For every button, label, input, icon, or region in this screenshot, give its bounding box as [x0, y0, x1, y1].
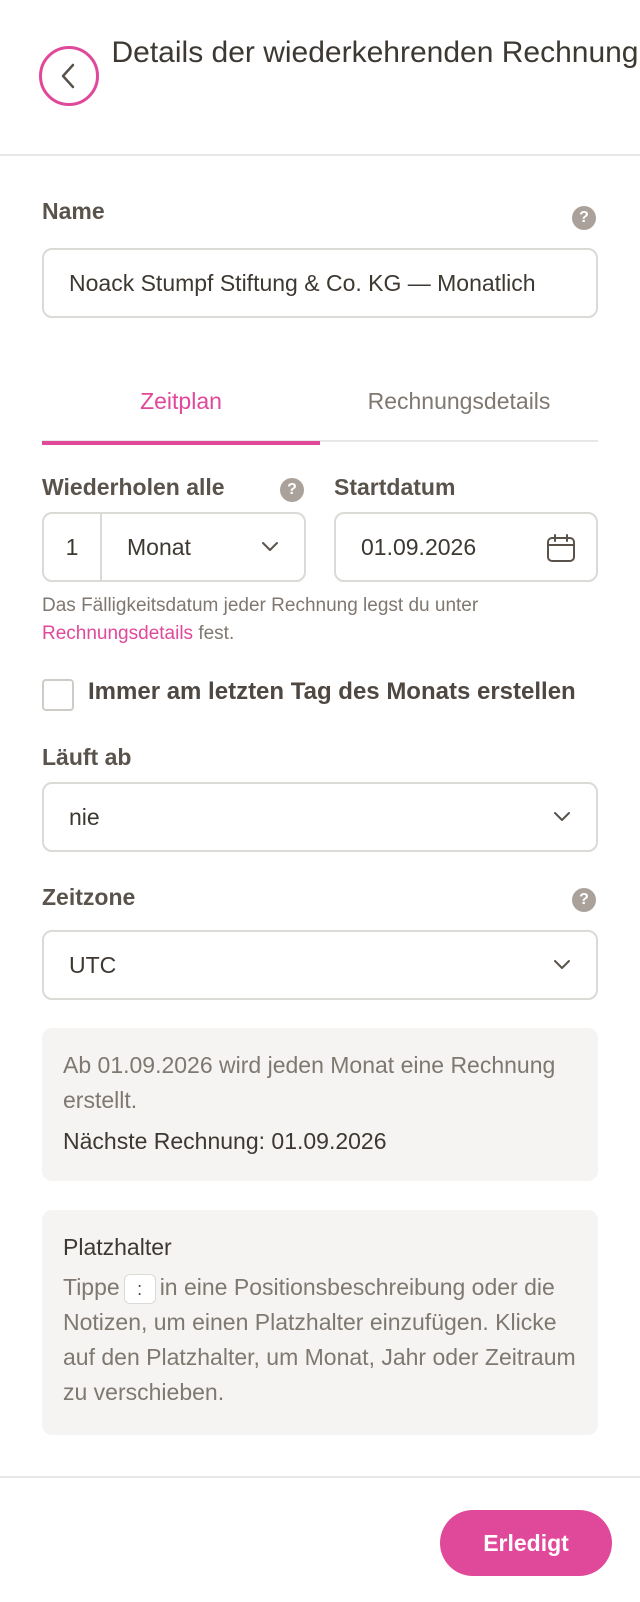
expires-select[interactable]: nie	[42, 782, 598, 852]
name-value: Noack Stumpf Stiftung & Co. KG — Monatli…	[69, 269, 536, 296]
name-field[interactable]: Noack Stumpf Stiftung & Co. KG — Monatli…	[42, 248, 598, 318]
last-day-label[interactable]: Immer am letzten Tag des Monats erstelle…	[88, 678, 576, 706]
chevron-down-icon	[262, 542, 278, 551]
timezone-select[interactable]: UTC	[42, 930, 598, 1000]
repeat-count-input[interactable]: 1	[44, 514, 102, 580]
repeat-label: Wiederholen alle	[42, 474, 225, 500]
next-invoice-text: Nächste Rechnung: 01.09.2026	[63, 1128, 387, 1154]
repeat-count-value: 1	[65, 533, 79, 560]
last-day-checkbox[interactable]	[42, 679, 74, 711]
active-tab-indicator	[42, 441, 320, 445]
chevron-down-icon	[554, 812, 570, 821]
repeat-unit-value: Monat	[127, 533, 191, 560]
footer: Erledigt	[0, 1476, 640, 1602]
placeholder-text: Tippe: in eine Positionsbeschreibung oder…	[63, 1270, 583, 1410]
placeholder-text-before: Tippe	[63, 1274, 120, 1300]
start-date-field[interactable]: 01.09.2026	[334, 512, 598, 582]
rechnungsdetails-link[interactable]: Rechnungsdetails	[42, 623, 193, 644]
chevron-left-icon	[61, 63, 75, 89]
expires-label: Läuft ab	[42, 744, 132, 770]
expires-value: nie	[69, 803, 100, 830]
name-label: Name	[42, 198, 105, 224]
back-button[interactable]	[39, 46, 99, 106]
tab-zeitplan-label: Zeitplan	[140, 387, 222, 414]
repeat-help-icon[interactable]: ?	[280, 478, 304, 502]
header: Details der wiederkehrenden Rechnung	[0, 0, 640, 156]
colon-key: :	[123, 1273, 156, 1304]
repeat-unit-select[interactable]: Monat	[102, 514, 304, 580]
tab-rechnungsdetails-label: Rechnungsdetails	[367, 387, 551, 414]
due-date-hint: Das Fälligkeitsdatum jeder Rechnung legs…	[42, 592, 582, 648]
placeholder-info: Platzhalter Tippe: in eine Positionsbesch…	[42, 1210, 598, 1435]
start-date-value: 01.09.2026	[361, 533, 477, 560]
calendar-icon[interactable]	[546, 533, 576, 563]
tab-bar: Zeitplan Rechnungsdetails	[42, 360, 598, 445]
timezone-label: Zeitzone	[42, 884, 136, 910]
done-button[interactable]: Erledigt	[440, 1510, 612, 1576]
schedule-summary: Ab 01.09.2026 wird jeden Monat eine Rech…	[42, 1028, 598, 1181]
summary-text: Ab 01.09.2026 wird jeden Monat eine Rech…	[63, 1052, 556, 1113]
tab-rechnungsdetails[interactable]: Rechnungsdetails	[320, 360, 598, 442]
tab-zeitplan[interactable]: Zeitplan	[42, 360, 320, 445]
start-label: Startdatum	[334, 474, 456, 500]
hint-text-after: fest.	[198, 623, 235, 644]
timezone-value: UTC	[69, 951, 117, 978]
chevron-down-icon	[554, 960, 570, 969]
placeholder-title: Platzhalter	[63, 1234, 172, 1260]
name-help-icon[interactable]: ?	[572, 206, 596, 230]
timezone-help-icon[interactable]: ?	[572, 888, 596, 912]
hint-text-before: Das Fälligkeitsdatum jeder Rechnung legs…	[42, 595, 479, 616]
page-title: Details der wiederkehrenden Rechnung	[111, 36, 639, 69]
repeat-group: 1 Monat	[42, 512, 306, 582]
